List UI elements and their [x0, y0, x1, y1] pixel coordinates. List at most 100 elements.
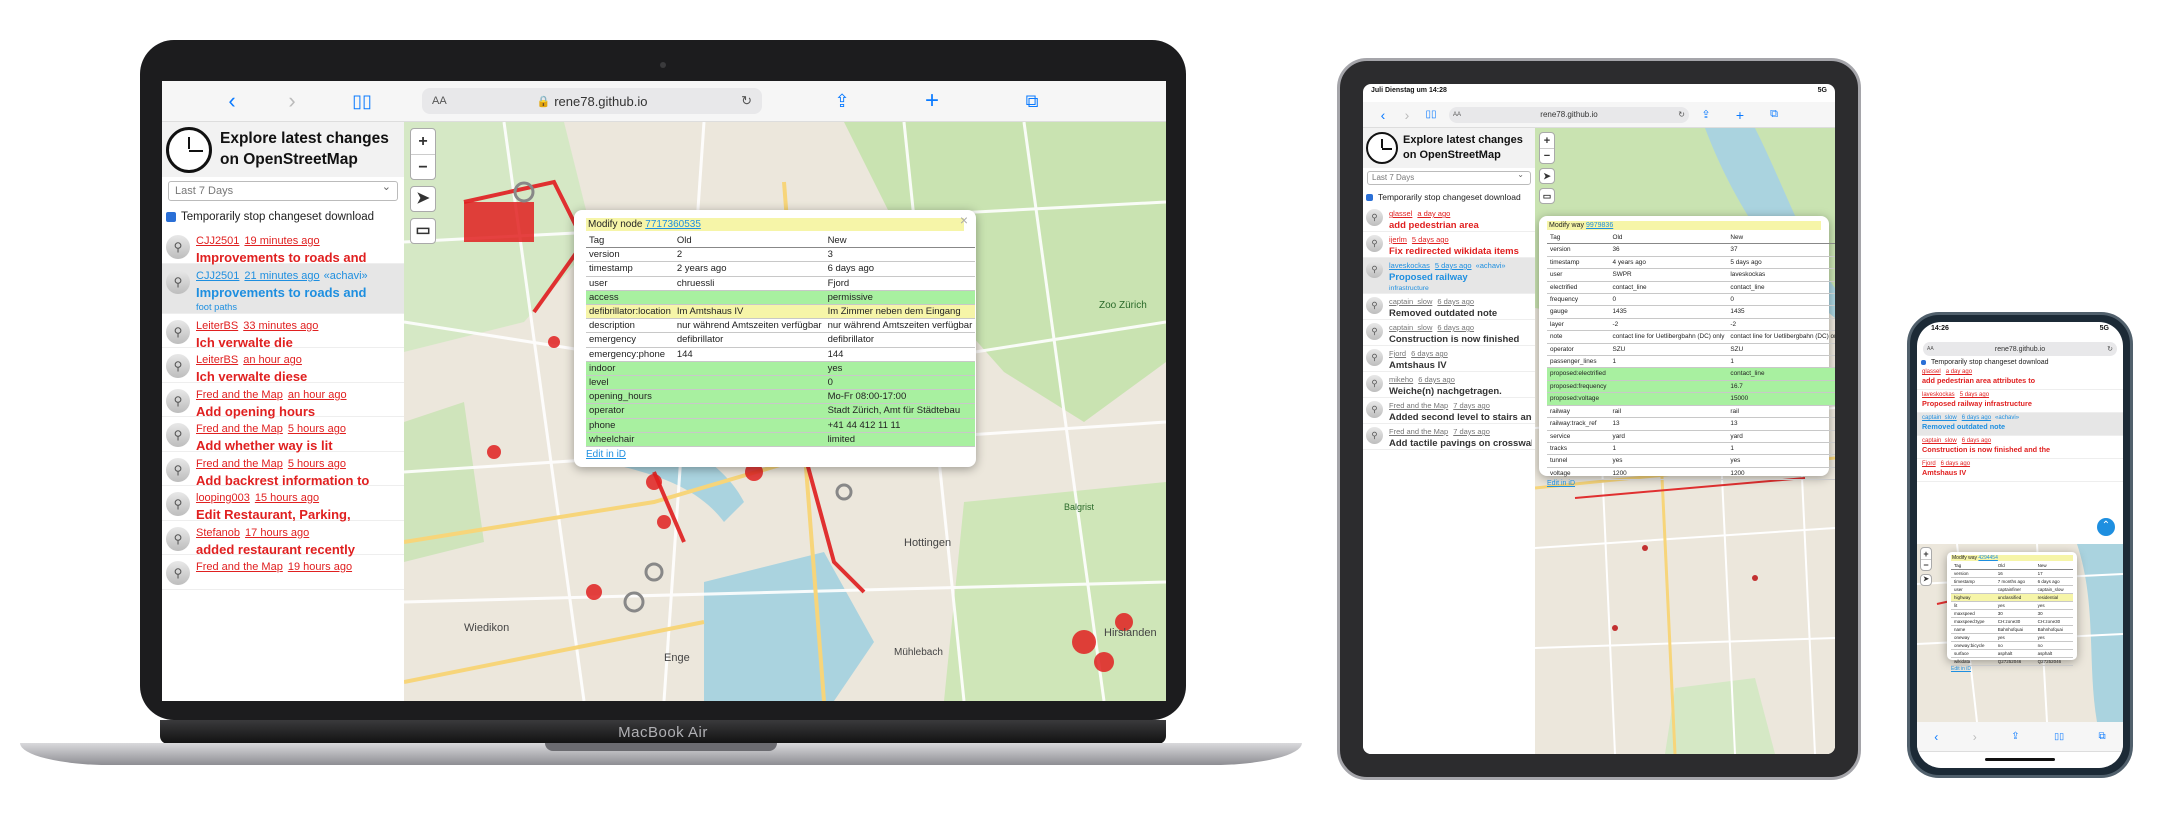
- changeset-item[interactable]: ⚲glassela day agoadd pedestrian area att…: [1917, 367, 2123, 390]
- changeset-user-link[interactable]: laveskockas: [1389, 261, 1430, 270]
- magnify-icon[interactable]: ⚲: [166, 269, 190, 294]
- magnify-icon[interactable]: ⚲: [1366, 427, 1383, 444]
- changeset-user-link[interactable]: captain_slow: [1389, 297, 1432, 306]
- scroll-up-icon[interactable]: ⌃: [2097, 518, 2115, 536]
- changeset-time-link[interactable]: 19 hours ago: [288, 561, 352, 573]
- changeset-time-link[interactable]: an hour ago: [243, 354, 302, 366]
- laptop-map[interactable]: Zoo Zürich Wiedikon Hottingen Hirslanden…: [404, 122, 1166, 701]
- popup-node-link[interactable]: 7717360535: [645, 219, 701, 230]
- changeset-time-link[interactable]: 33 minutes ago: [243, 320, 318, 332]
- changeset-user-link[interactable]: Fred and the Map: [1389, 427, 1448, 436]
- achavi-link[interactable]: «achavi»: [1995, 415, 2019, 421]
- magnify-icon[interactable]: ⚲: [1366, 261, 1383, 278]
- magnify-icon[interactable]: ⚲: [1366, 375, 1383, 392]
- changeset-item[interactable]: ⚲ CJJ2501 19 minutes ago Improvements to ro…: [162, 229, 404, 265]
- forward-icon[interactable]: ›: [1973, 730, 1977, 744]
- changeset-user-link[interactable]: CJJ2501: [196, 235, 239, 247]
- changeset-item[interactable]: ⚲ mikeho 6 days ago Weiche(n) nachgetragen.: [1363, 372, 1535, 398]
- changeset-user-link[interactable]: Fred and the Map: [196, 389, 283, 401]
- bookmarks-icon[interactable]: ▯▯: [2054, 731, 2064, 742]
- changeset-item[interactable]: ⚲ Fred and the Map 7 days ago Add tactile p…: [1363, 424, 1535, 450]
- locate-icon[interactable]: ➤: [1920, 574, 1932, 586]
- back-icon[interactable]: ‹: [1934, 730, 1938, 744]
- share-icon[interactable]: ⇪: [802, 91, 882, 112]
- achavi-link[interactable]: «achavi»: [324, 270, 368, 282]
- locate-icon[interactable]: ➤: [410, 186, 436, 212]
- changeset-item[interactable]: ⚲captain_slow6 days ago«achavi»Removed o…: [1917, 413, 2123, 436]
- changeset-item[interactable]: ⚲ Fred and the Map 19 hours ago: [162, 555, 404, 590]
- forward-icon[interactable]: ›: [1395, 107, 1419, 123]
- changeset-item[interactable]: ⚲ Fred and the Map 5 hours ago Add whether …: [162, 417, 404, 453]
- phone-map[interactable]: + − ➤ Modify way 4294454 Tag Old New versio…: [1917, 544, 2123, 722]
- changeset-item[interactable]: ⚲laveskockas5 days agoProposed railway i…: [1917, 390, 2123, 413]
- changeset-item[interactable]: ⚲ glassel a day ago add pedestrian area: [1363, 206, 1535, 232]
- stop-download-checkbox[interactable]: Temporarily stop changeset download: [1363, 188, 1535, 206]
- back-icon[interactable]: ‹: [202, 88, 262, 114]
- changeset-user-link[interactable]: mikeho: [1389, 375, 1413, 384]
- changeset-time-link[interactable]: 5 hours ago: [288, 423, 346, 435]
- reload-icon[interactable]: ↻: [741, 93, 752, 109]
- changeset-item[interactable]: ⚲ looping003 15 hours ago Edit Restaurant, …: [162, 486, 404, 522]
- bookmarks-icon[interactable]: ▯▯: [322, 91, 402, 112]
- bookmarks-icon[interactable]: ▯▯: [1419, 109, 1443, 120]
- share-icon[interactable]: ⇪: [2011, 731, 2019, 742]
- changeset-user-link[interactable]: Fred and the Map: [196, 423, 283, 435]
- tabs-icon[interactable]: ⧉: [2099, 731, 2106, 742]
- changeset-time-link[interactable]: 17 hours ago: [245, 527, 309, 539]
- magnify-icon[interactable]: ⚲: [166, 561, 190, 585]
- magnify-icon[interactable]: ⚲: [166, 319, 190, 344]
- reload-icon[interactable]: ↻: [2107, 345, 2113, 353]
- tablet-map[interactable]: + − ➤ ▭ Modify way 9979836 Tag Old New vers…: [1535, 128, 1835, 754]
- zoom-out-icon[interactable]: −: [1540, 149, 1554, 164]
- locate-icon[interactable]: ➤: [1539, 168, 1555, 184]
- tablet-url-bar[interactable]: AA rene78.github.io ↻: [1449, 106, 1689, 123]
- changeset-time-link[interactable]: a day ago: [1417, 209, 1450, 218]
- zoom-in-icon[interactable]: +: [411, 129, 435, 155]
- changeset-item[interactable]: ⚲captain_slow6 days agoConstruction is n…: [1917, 436, 2123, 459]
- new-tab-icon[interactable]: +: [1723, 107, 1757, 123]
- phone-url-bar[interactable]: AA rene78.github.io ↻: [1923, 342, 2117, 356]
- changeset-user-link[interactable]: Fjord: [1922, 461, 1936, 467]
- checkbox-icon[interactable]: [166, 212, 176, 222]
- changeset-user-link[interactable]: looping003: [196, 492, 250, 504]
- changeset-item[interactable]: ⚲ Fred and the Map an hour ago Add opening …: [162, 383, 404, 419]
- new-tab-icon[interactable]: +: [882, 87, 982, 115]
- period-select[interactable]: Last 7 Days: [1367, 170, 1531, 185]
- laptop-url-bar[interactable]: AA 🔒 rene78.github.io ↻: [422, 88, 762, 114]
- forward-icon[interactable]: ›: [262, 88, 322, 114]
- stop-download-checkbox[interactable]: Temporarily stop changeset download: [162, 205, 404, 229]
- changeset-time-link[interactable]: 5 days ago: [1412, 235, 1449, 244]
- changeset-time-link[interactable]: 6 days ago: [1437, 297, 1474, 306]
- magnify-icon[interactable]: ⚲: [1366, 349, 1383, 366]
- changeset-user-link[interactable]: Fred and the Map: [1389, 401, 1448, 410]
- changeset-user-link[interactable]: captain_slow: [1922, 415, 1957, 421]
- changeset-user-link[interactable]: laveskockas: [1922, 392, 1955, 398]
- layers-icon[interactable]: ▭: [1539, 188, 1555, 204]
- zoom-in-icon[interactable]: +: [1540, 133, 1554, 149]
- magnify-icon[interactable]: ⚲: [166, 526, 190, 551]
- magnify-icon[interactable]: ⚲: [166, 457, 190, 482]
- stop-download-checkbox[interactable]: Temporarily stop changeset download: [1917, 358, 2123, 367]
- layers-icon[interactable]: ▭: [410, 218, 436, 244]
- changeset-user-link[interactable]: captain_slow: [1389, 323, 1432, 332]
- changeset-user-link[interactable]: Fjord: [1389, 349, 1406, 358]
- changeset-time-link[interactable]: 6 days ago: [1941, 461, 1970, 467]
- changeset-user-link[interactable]: LeiterBS: [196, 320, 238, 332]
- achavi-link[interactable]: «achavi»: [1476, 261, 1506, 270]
- changeset-user-link[interactable]: CJJ2501: [196, 270, 239, 282]
- magnify-icon[interactable]: ⚲: [1366, 401, 1383, 418]
- zoom-out-icon[interactable]: −: [411, 155, 435, 180]
- magnify-icon[interactable]: ⚲: [1366, 323, 1383, 340]
- changeset-item[interactable]: ⚲ ijerlm 5 days ago Fix redirected wikidata…: [1363, 232, 1535, 258]
- changeset-time-link[interactable]: 5 days ago: [1960, 392, 1989, 398]
- reader-icon[interactable]: AA: [1453, 112, 1461, 118]
- back-icon[interactable]: ‹: [1371, 107, 1395, 123]
- edit-in-id-link[interactable]: Edit in iD: [586, 449, 964, 460]
- changeset-item[interactable]: ⚲ LeiterBS an hour ago Ich verwalte diese: [162, 348, 404, 384]
- changeset-time-link[interactable]: 6 days ago: [1962, 415, 1991, 421]
- tabs-icon[interactable]: ⧉: [982, 91, 1082, 112]
- reader-icon[interactable]: AA: [1927, 346, 1934, 352]
- magnify-icon[interactable]: ⚲: [1366, 297, 1383, 314]
- changeset-item[interactable]: ⚲ CJJ2501 21 minutes ago «achavi» Improvemen…: [162, 263, 404, 314]
- changeset-time-link[interactable]: 7 days ago: [1453, 401, 1490, 410]
